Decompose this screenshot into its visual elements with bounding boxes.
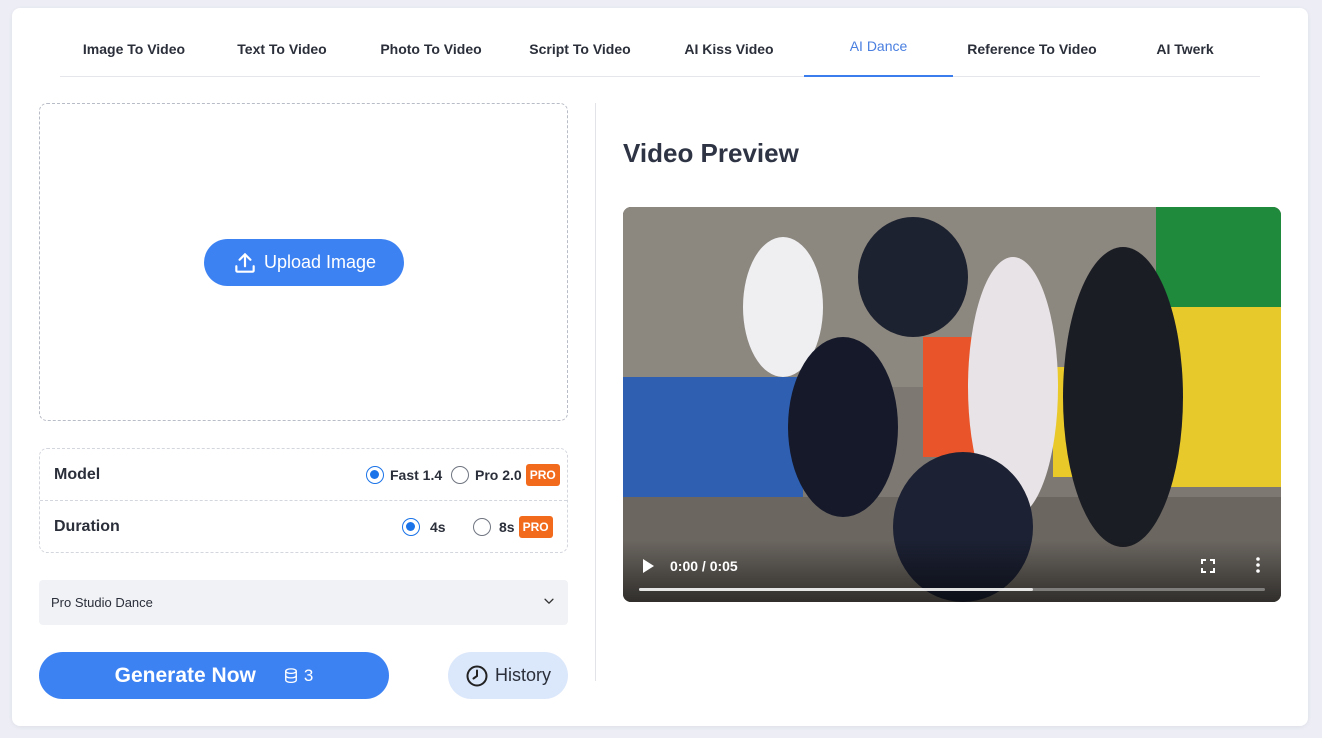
model-option-fast-label: Fast 1.4 [390,466,443,483]
tab-ai-kiss-video[interactable]: AI Kiss Video [654,26,804,77]
video-controls: 0:00 / 0:05 [623,540,1281,602]
duration-row: Duration 4s 8s PRO [40,501,567,553]
radio-8s[interactable] [473,518,491,536]
credit-count: 3 [303,665,314,685]
model-label: Model [54,465,101,483]
chevron-down-icon [544,598,554,604]
upload-image-label: Upload Image [263,252,377,272]
video-progress-fill [639,588,1034,591]
model-row: Model Fast 1.4 Pro 2.0 PRO [40,449,567,501]
tab-text-to-video[interactable]: Text To Video [208,26,356,77]
tab-photo-to-video[interactable]: Photo To Video [356,26,506,77]
fullscreen-icon[interactable] [1201,559,1215,573]
play-icon[interactable] [641,558,655,574]
tab-reference-to-video[interactable]: Reference To Video [953,26,1111,77]
generate-now-label: Generate Now [114,663,256,687]
history-label: History [494,665,551,685]
options-panel: Model Fast 1.4 Pro 2.0 PRO Duration 4s 8… [39,448,568,553]
history-button[interactable]: History [448,652,568,699]
database-icon [284,667,297,683]
upload-dropzone[interactable]: Upload Image [39,103,568,421]
video-progress-bar[interactable] [639,588,1265,591]
mode-tabs: Image To Video Text To Video Photo To Vi… [60,26,1260,77]
credit-cost: 3 [282,666,313,686]
duration-option-8s[interactable]: 8s PRO [473,516,553,538]
model-option-fast[interactable]: Fast 1.4 [366,465,443,484]
generate-now-button[interactable]: Generate Now 3 [39,652,389,699]
more-options-icon[interactable] [1255,556,1261,574]
pro-badge: PRO [525,463,560,486]
pro-badge: PRO [518,516,553,538]
duration-label: Duration [54,518,120,535]
clock-icon [466,665,488,686]
tab-script-to-video[interactable]: Script To Video [506,26,654,77]
duration-option-4s-label: 4s [430,519,446,535]
tab-ai-dance[interactable]: AI Dance [804,26,953,77]
upload-image-button[interactable]: Upload Image [204,239,404,286]
radio-pro-2-0[interactable] [451,465,469,484]
dance-style-select[interactable]: Pro Studio Dance [39,580,568,625]
video-preview-title: Video Preview [623,138,799,168]
upload-icon [235,252,255,273]
duration-option-8s-label: 8s [499,519,515,535]
panel-divider [595,103,596,681]
radio-fast-1-4[interactable] [366,465,384,484]
main-card: Image To Video Text To Video Photo To Vi… [12,8,1308,726]
model-option-pro[interactable]: Pro 2.0 PRO [451,463,560,486]
model-option-pro-label: Pro 2.0 [475,466,522,483]
video-time: 0:00 / 0:05 [670,558,738,574]
tab-image-to-video[interactable]: Image To Video [60,26,208,77]
tab-ai-twerk[interactable]: AI Twerk [1111,26,1259,77]
video-player[interactable]: 0:00 / 0:05 [623,207,1281,602]
dance-style-value: Pro Studio Dance [51,595,153,610]
duration-option-4s[interactable]: 4s [402,518,446,536]
radio-4s[interactable] [402,518,420,536]
